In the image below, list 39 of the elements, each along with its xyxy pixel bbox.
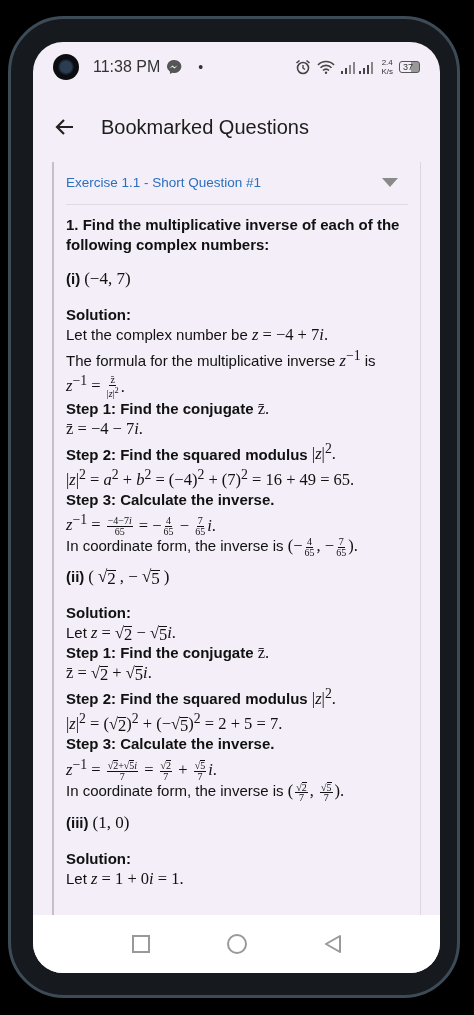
solution-line: z$^{−1}$ = z̄ |z|$^{2}$. [66, 371, 126, 399]
battery-indicator: 37 [399, 61, 420, 73]
recent-apps-icon[interactable] [130, 934, 151, 954]
network-speed: 2.4 K/s [381, 58, 393, 76]
solution-line: |z|$^{2}$ = a$^{2}$ + b$^{2}$ = (−4)$^{2}$ + (7)$^{2}$ = 16 + 49 = 65. [66, 465, 356, 490]
solution-line: z̄ = √2 + √5i. [66, 663, 153, 684]
signal-icon [341, 60, 376, 74]
chat-bubble-icon [166, 59, 183, 75]
solution-line: In coordinate form, the inverse is ( √2 7 , √5 7 ). [66, 781, 346, 803]
solution-line: |z|$^{2}$ = (√2)$^{2}$ + (−√5)$^{2}$ = 2 + 5 = 7. [66, 709, 284, 735]
solution-line: z̄ = −4 − 7i. [66, 418, 144, 439]
back-icon[interactable] [322, 934, 343, 954]
notification-dot: • [198, 59, 204, 75]
part-heading: (ii) ( √2 , − √5 ) [66, 567, 171, 588]
exercise-title[interactable]: Exercise 1.1 - Short Question #1 [66, 175, 262, 190]
solution-label: Solution: [66, 848, 132, 869]
step-heading: Step 1: Find the conjugate z̄. [66, 398, 271, 419]
solution-line: Let the complex number be z = −4 + 7i. [66, 325, 329, 345]
solution-line: The formula for the multiplicative inverse z$^{−1}$ is [66, 346, 377, 371]
step-heading: Step 3: Calculate the inverse. [66, 489, 276, 510]
step-heading: Step 3: Calculate the inverse. [66, 734, 276, 755]
solution-line: Let z = √2 − √5i. [66, 623, 177, 644]
alarm-icon [295, 59, 312, 75]
step-heading: Step 2: Find the squared modulus |z|$^{2}$. [66, 684, 337, 709]
caret-icon[interactable] [382, 177, 398, 188]
solution-label: Solution: [66, 305, 132, 325]
step-heading: Step 1: Find the conjugate z̄. [66, 643, 271, 664]
screen-title: Bookmarked Questions [101, 115, 309, 139]
part-heading: (i) (−4, 7) [66, 269, 132, 289]
part-heading: (iii) (1, 0) [66, 812, 131, 833]
camera-icon [53, 54, 79, 80]
step-heading: Step 2: Find the squared modulus |z|$^{2}$. [66, 439, 337, 465]
home-icon[interactable] [225, 933, 248, 955]
solution-label: Solution: [66, 603, 132, 624]
solution-line: z$^{−1}$ = √2+√5i 7 = √2 7 + √5 7 i. [66, 755, 218, 782]
status-time: 11:38 PM [93, 58, 161, 76]
question-text: 1. Find the multiplicative inverse of each of the following complex numbers: [66, 215, 401, 255]
solution-line: Let z = 1 + 0i = 1. [66, 868, 185, 889]
wifi-icon [317, 60, 336, 74]
